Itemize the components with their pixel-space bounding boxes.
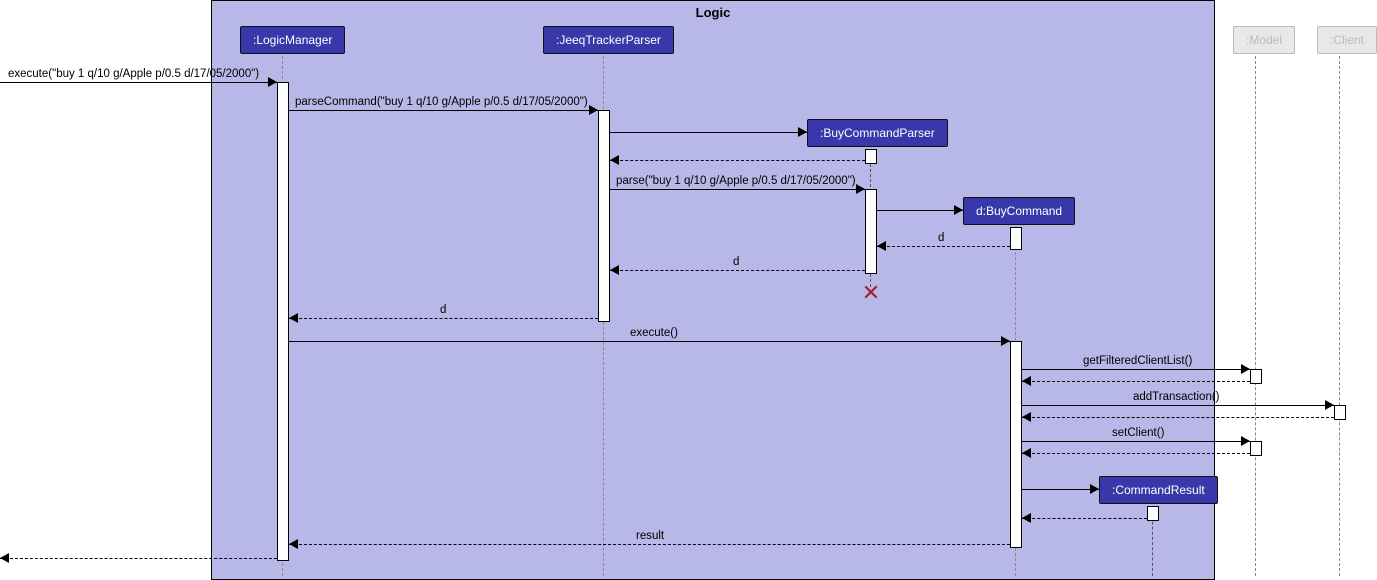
sequence-diagram: Logic :LogicManager :JeeqTrackerParser :… — [0, 0, 1377, 580]
arrow-icon — [1325, 400, 1334, 410]
participant-buy-command: d:BuyCommand — [963, 197, 1075, 225]
msg-execute-in — [0, 82, 277, 83]
activation-model-2 — [1250, 441, 1262, 456]
activation-buy-command-parser-1 — [865, 149, 877, 164]
activation-logic-manager — [277, 82, 289, 561]
msg-parse — [610, 189, 865, 190]
lifeline-model — [1255, 56, 1256, 576]
msg-d1-label: d — [938, 232, 944, 244]
arrow-icon — [798, 127, 807, 137]
activation-buy-command-1 — [1010, 227, 1022, 250]
msg-d2-label: d — [733, 256, 739, 268]
msg-set-client-label: setClient() — [1112, 427, 1164, 439]
msg-return-d1 — [877, 246, 1010, 247]
msg-create-bcp — [610, 132, 807, 133]
msg-create-buy-command — [877, 210, 963, 211]
activation-buy-command-parser-2 — [865, 189, 877, 274]
msg-return-d2 — [610, 270, 865, 271]
msg-add-transaction-label: addTransaction() — [1133, 391, 1220, 403]
arrow-icon — [1241, 436, 1250, 446]
msg-add-transaction — [1022, 405, 1334, 406]
participant-jeeq-tracker-parser: :JeeqTrackerParser — [543, 26, 674, 54]
lifeline-client — [1339, 56, 1340, 576]
arrow-icon — [289, 313, 298, 323]
activation-model-1 — [1250, 369, 1262, 384]
msg-parse-label: parse("buy 1 q/10 g/Apple p/0.5 d/17/05/… — [616, 175, 856, 187]
msg-command-result-return — [1022, 518, 1147, 519]
participant-client: :Client — [1317, 26, 1377, 54]
arrow-icon — [610, 265, 619, 275]
arrow-icon — [0, 553, 9, 563]
activation-buy-command-2 — [1010, 341, 1022, 548]
msg-get-filtered-label: getFilteredClientList() — [1083, 355, 1192, 367]
arrow-icon — [856, 184, 865, 194]
msg-get-filtered-return — [1022, 381, 1250, 382]
msg-add-transaction-return — [1022, 417, 1334, 418]
arrow-icon — [877, 241, 886, 251]
arrow-icon — [1241, 364, 1250, 374]
msg-result — [289, 544, 1010, 545]
msg-final-return — [0, 558, 277, 559]
arrow-icon — [1001, 336, 1010, 346]
logic-frame: Logic — [211, 0, 1215, 580]
msg-return-d3 — [289, 318, 598, 319]
msg-result-label: result — [636, 530, 664, 542]
participant-logic-manager: :LogicManager — [240, 26, 345, 54]
arrow-icon — [268, 77, 277, 87]
destroy-icon: ✕ — [862, 282, 880, 304]
msg-execute-in-label: execute("buy 1 q/10 g/Apple p/0.5 d/17/0… — [8, 68, 259, 80]
msg-set-client — [1022, 441, 1250, 442]
arrow-icon — [289, 539, 298, 549]
msg-set-client-return — [1022, 453, 1250, 454]
arrow-icon — [1090, 484, 1099, 494]
msg-execute-call-label: execute() — [630, 327, 678, 339]
msg-get-filtered — [1022, 369, 1250, 370]
msg-create-command-result — [1022, 489, 1099, 490]
msg-d3-label: d — [440, 304, 446, 316]
msg-parse-command-label: parseCommand("buy 1 q/10 g/Apple p/0.5 d… — [295, 96, 588, 108]
arrow-icon — [1022, 376, 1031, 386]
arrow-icon — [589, 105, 598, 115]
arrow-icon — [1022, 448, 1031, 458]
activation-client — [1334, 405, 1346, 420]
arrow-icon — [1022, 412, 1031, 422]
activation-command-result — [1147, 506, 1159, 521]
arrow-icon — [954, 205, 963, 215]
arrow-icon — [610, 155, 619, 165]
logic-frame-label: Logic — [696, 5, 731, 20]
activation-jeeq-tracker-parser — [598, 110, 610, 322]
msg-execute-call — [289, 341, 1010, 342]
msg-return-bcp-create — [610, 160, 865, 161]
participant-buy-command-parser: :BuyCommandParser — [807, 119, 948, 147]
arrow-icon — [1022, 513, 1031, 523]
participant-command-result: :CommandResult — [1099, 476, 1218, 504]
msg-parse-command — [289, 110, 598, 111]
participant-model: :Model — [1233, 26, 1295, 54]
